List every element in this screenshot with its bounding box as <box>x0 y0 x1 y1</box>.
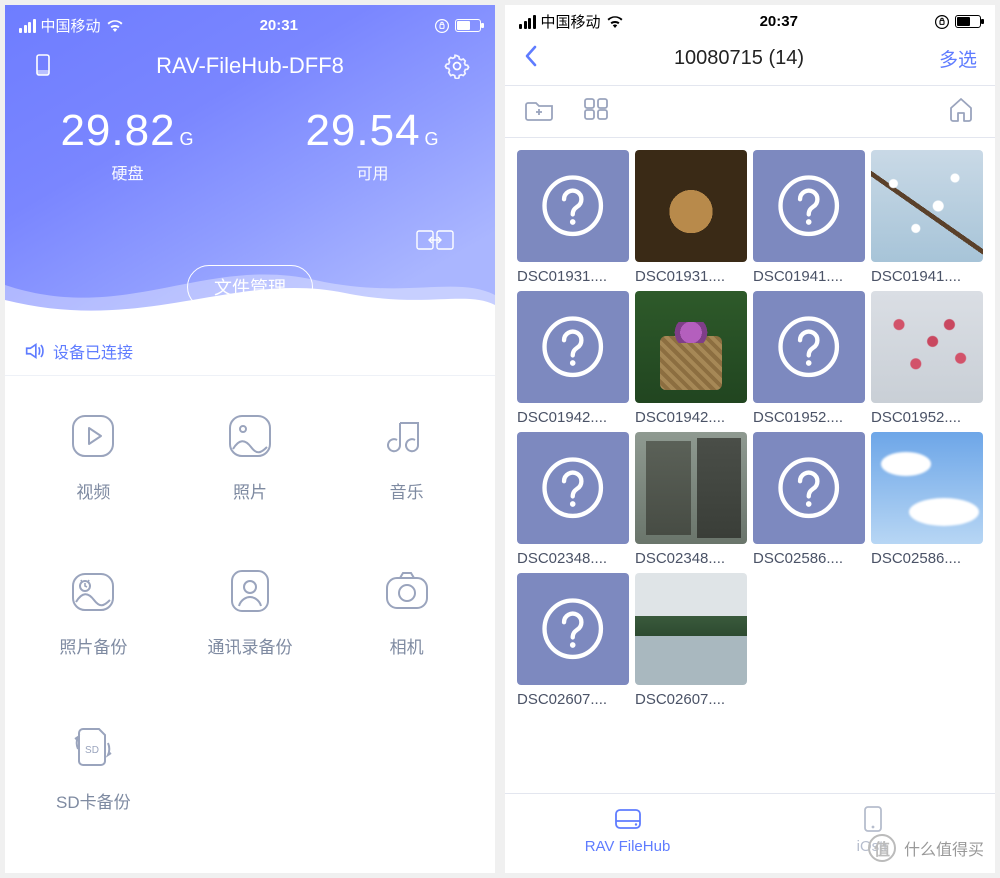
file-item[interactable]: DSC02607.... <box>517 573 629 708</box>
folder-title: 10080715 (14) <box>674 47 804 70</box>
tab-mobile[interactable]: iOstr <box>750 804 995 855</box>
status-bar: 中国移动 20:31 <box>5 9 495 42</box>
file-item[interactable]: DSC01941.... <box>871 150 983 285</box>
wifi-icon <box>106 19 124 33</box>
feature-sd-backup[interactable]: SD SD卡备份 <box>15 718 172 813</box>
new-folder-button[interactable] <box>525 97 555 126</box>
connection-status: 设备已连接 <box>5 325 495 376</box>
hub-title: RAV-FileHub-DFF8 <box>156 53 344 79</box>
feature-grid: 视频 照片 音乐 照片备份 通讯录备份 相机 SD SD卡备份 <box>5 376 495 845</box>
feature-music[interactable]: 音乐 <box>328 408 485 503</box>
file-item[interactable]: DSC01942.... <box>517 291 629 426</box>
file-item[interactable]: DSC01952.... <box>871 291 983 426</box>
file-thumbnail <box>753 150 865 262</box>
status-time: 20:31 <box>260 17 298 34</box>
battery-icon <box>955 15 981 28</box>
status-bar: 中国移动 20:37 <box>505 5 995 38</box>
feature-camera[interactable]: 相机 <box>328 563 485 658</box>
battery-icon <box>455 19 481 32</box>
file-thumbnail <box>635 150 747 262</box>
file-name: DSC02348.... <box>635 550 747 567</box>
status-time: 20:37 <box>760 13 798 30</box>
file-thumbnail <box>517 150 629 262</box>
file-item[interactable]: DSC02348.... <box>517 432 629 567</box>
file-thumbnail <box>871 432 983 544</box>
file-name: DSC02607.... <box>635 691 747 708</box>
camera-icon <box>382 566 432 616</box>
storage-hero: 中国移动 20:31 RAV-FileHub-DFF8 29.82G 硬盘 <box>5 5 495 325</box>
storage-free: 29.54G 可用 <box>250 106 495 184</box>
right-screenshot: 中国移动 20:37 10080715 (14) 多选 DSC01931....… <box>505 5 995 873</box>
cell-signal-icon <box>19 19 36 33</box>
rotation-lock-icon <box>434 18 450 34</box>
connection-label: 设备已连接 <box>53 339 133 363</box>
feature-photo-backup[interactable]: 照片备份 <box>15 563 172 658</box>
file-name: DSC01942.... <box>635 409 747 426</box>
carrier-label: 中国移动 <box>541 11 601 32</box>
file-item[interactable]: DSC02586.... <box>871 432 983 567</box>
file-item[interactable]: DSC01942.... <box>635 291 747 426</box>
file-thumbnail <box>635 573 747 685</box>
feature-video[interactable]: 视频 <box>15 408 172 503</box>
file-thumbnail <box>635 291 747 403</box>
view-grid-button[interactable] <box>583 97 609 126</box>
file-name: DSC01942.... <box>517 409 629 426</box>
file-name: DSC02586.... <box>753 550 865 567</box>
file-name: DSC01952.... <box>753 409 865 426</box>
toolbar <box>505 86 995 138</box>
file-item[interactable]: DSC02586.... <box>753 432 865 567</box>
file-thumbnail <box>753 291 865 403</box>
file-item[interactable]: DSC01941.... <box>753 150 865 285</box>
file-item[interactable]: DSC02607.... <box>635 573 747 708</box>
file-thumbnail <box>517 432 629 544</box>
svg-text:SD: SD <box>85 745 99 756</box>
file-thumbnail <box>635 432 747 544</box>
nav-bar: 10080715 (14) 多选 <box>505 38 995 86</box>
rotation-lock-icon <box>934 14 950 30</box>
file-thumbnail <box>871 291 983 403</box>
file-item[interactable]: DSC01952.... <box>753 291 865 426</box>
music-icon <box>382 411 432 461</box>
feature-photo[interactable]: 照片 <box>172 408 329 503</box>
wave-decoration <box>5 245 495 325</box>
file-grid: DSC01931.... DSC01931.... DSC01941.... DSC0… <box>505 138 995 714</box>
back-button[interactable] <box>523 44 539 73</box>
file-name: DSC02586.... <box>871 550 983 567</box>
file-name: DSC01952.... <box>871 409 983 426</box>
file-thumbnail <box>517 573 629 685</box>
photo-backup-icon <box>68 566 118 616</box>
play-icon <box>68 411 118 461</box>
file-name: DSC02348.... <box>517 550 629 567</box>
file-item[interactable]: DSC01931.... <box>635 150 747 285</box>
photo-icon <box>225 411 275 461</box>
left-screenshot: 中国移动 20:31 RAV-FileHub-DFF8 29.82G 硬盘 <box>5 5 495 873</box>
file-name: DSC01931.... <box>635 268 747 285</box>
speaker-icon <box>23 340 45 362</box>
file-thumbnail <box>517 291 629 403</box>
device-icon[interactable] <box>29 52 57 80</box>
tab-filehub[interactable]: RAV FileHub <box>505 804 750 855</box>
file-name: DSC01941.... <box>871 268 983 285</box>
drive-icon <box>613 806 643 832</box>
file-name: DSC01941.... <box>753 268 865 285</box>
file-name: DSC02607.... <box>517 691 629 708</box>
file-item[interactable]: DSC02348.... <box>635 432 747 567</box>
carrier-label: 中国移动 <box>41 15 101 36</box>
cell-signal-icon <box>519 15 536 29</box>
phone-icon <box>862 805 884 833</box>
home-button[interactable] <box>947 96 975 127</box>
feature-contacts-backup[interactable]: 通讯录备份 <box>172 563 329 658</box>
file-name: DSC01931.... <box>517 268 629 285</box>
tab-bar: RAV FileHub iOstr <box>505 793 995 873</box>
storage-total: 29.82G 硬盘 <box>5 106 250 184</box>
wifi-icon <box>606 15 624 29</box>
sd-card-icon: SD <box>68 721 118 771</box>
settings-button[interactable] <box>443 52 471 80</box>
file-item[interactable]: DSC01931.... <box>517 150 629 285</box>
contacts-icon <box>225 566 275 616</box>
file-thumbnail <box>753 432 865 544</box>
multiselect-button[interactable]: 多选 <box>939 45 977 72</box>
file-thumbnail <box>871 150 983 262</box>
